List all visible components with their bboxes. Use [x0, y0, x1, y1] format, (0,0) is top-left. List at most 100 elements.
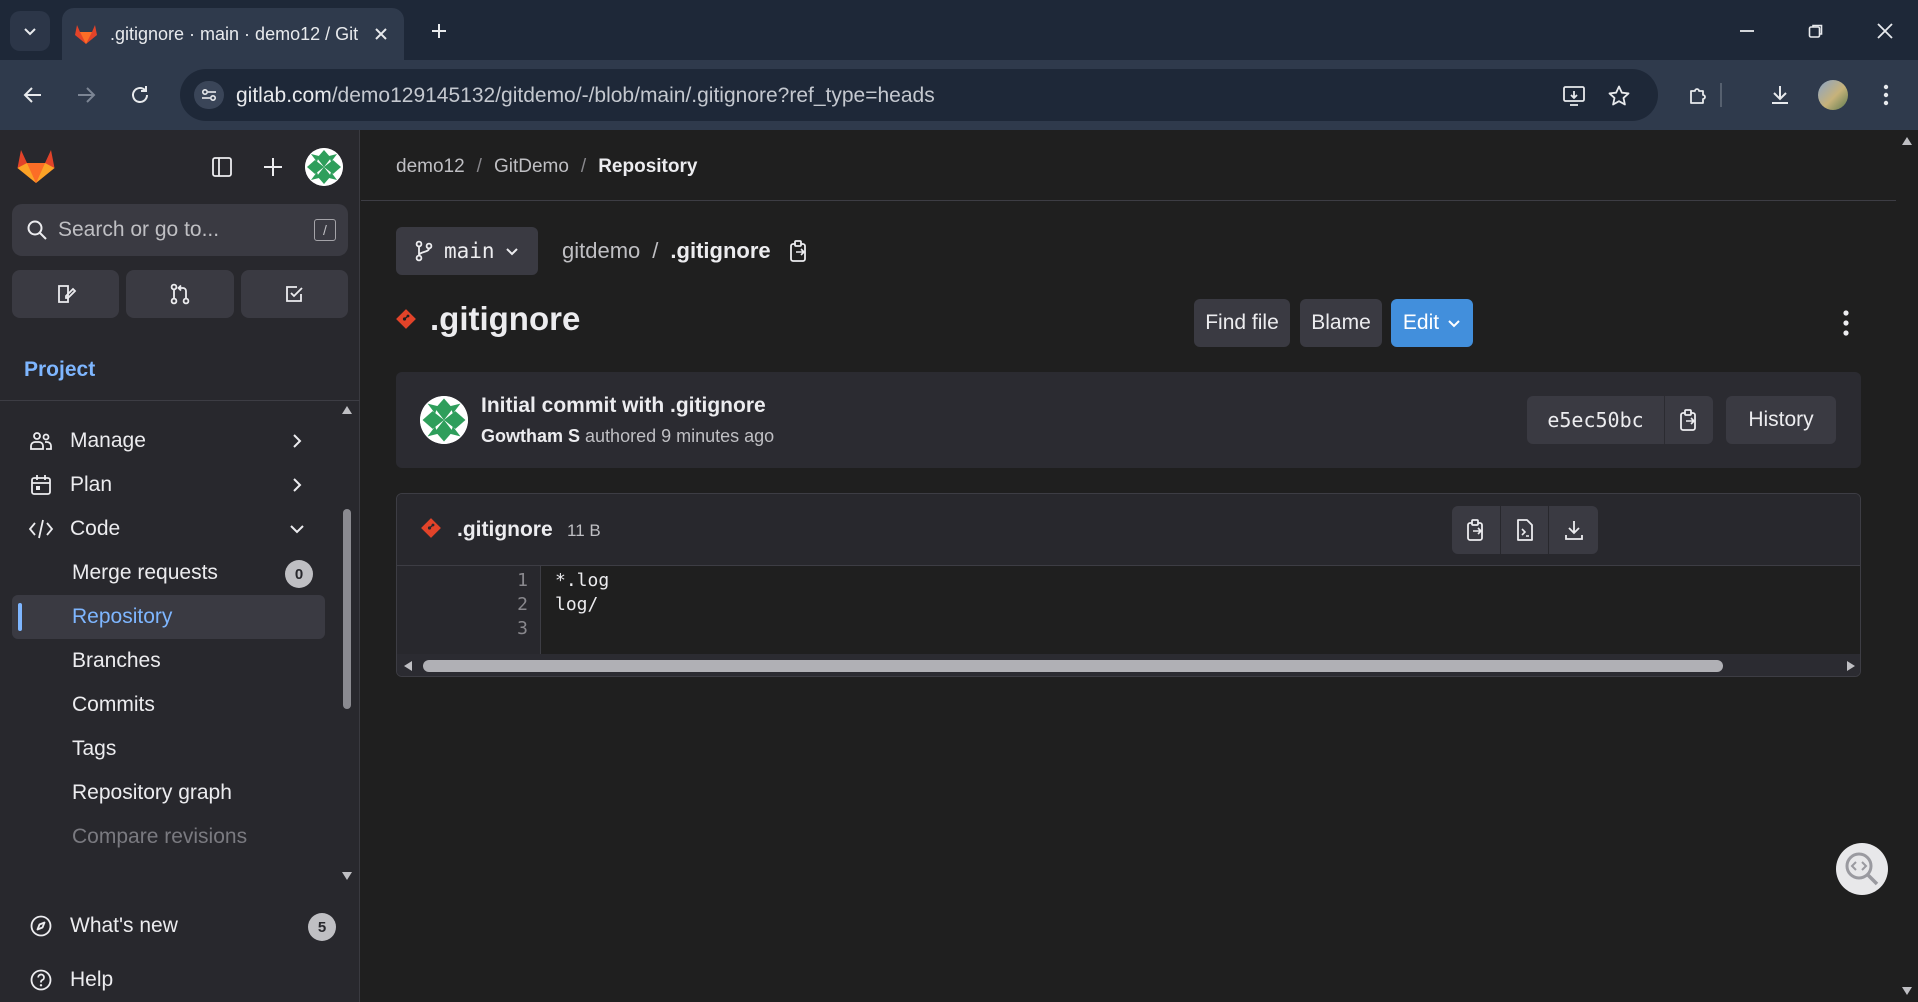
create-new-icon[interactable] — [256, 150, 290, 184]
edit-button[interactable]: Edit — [1391, 299, 1473, 347]
whats-new-item[interactable]: What's new 5 — [12, 904, 348, 948]
project-section-title[interactable]: Project — [24, 358, 95, 382]
merge-requests-button[interactable] — [126, 270, 234, 318]
commit-author-avatar[interactable] — [420, 396, 468, 444]
user-avatar[interactable] — [305, 148, 343, 186]
sidebar-footer: What's new 5 Help — [0, 900, 360, 1002]
file-size: 11 B — [567, 521, 601, 540]
sidebar-item-label: Repository graph — [72, 781, 232, 804]
minimize-icon — [1740, 30, 1754, 32]
breadcrumb-gitdemo[interactable]: GitDemo — [494, 156, 569, 178]
sidebar-item-repository[interactable]: Repository — [12, 595, 325, 639]
profile-avatar-button[interactable] — [1815, 77, 1851, 113]
extensions-icon[interactable] — [1681, 77, 1717, 113]
bookmark-star-icon[interactable] — [1605, 82, 1633, 110]
line-number[interactable]: 3 — [517, 618, 528, 639]
sidebar-item-repository-graph[interactable]: Repository graph — [12, 771, 325, 815]
install-app-icon[interactable] — [1560, 82, 1588, 110]
chevron-down-icon — [505, 248, 518, 256]
issues-button[interactable] — [12, 270, 120, 318]
chevron-down-icon — [24, 28, 36, 36]
back-button[interactable] — [15, 77, 51, 113]
address-bar[interactable]: gitlab.com/demo129145132/gitdemo/-/blob/… — [180, 69, 1658, 121]
sidebar-item-commits[interactable]: Commits — [12, 683, 325, 727]
sidebar-item-merge-requests[interactable]: Merge requests 0 — [12, 551, 325, 595]
path-repo-link[interactable]: gitdemo — [562, 238, 640, 264]
sidebar-item-label: Plan — [70, 473, 113, 496]
line-number[interactable]: 2 — [517, 594, 528, 615]
code-search-fab[interactable] — [1836, 843, 1888, 895]
sidebar-item-code[interactable]: Code — [12, 507, 325, 551]
browser-tab[interactable]: .gitignore · main · demo12 / Git — [62, 8, 404, 60]
download-icon — [1564, 521, 1583, 540]
edit-button-label: Edit — [1402, 311, 1440, 334]
help-icon — [28, 967, 54, 993]
close-tab-icon[interactable] — [370, 23, 392, 45]
git-file-icon — [421, 518, 441, 538]
blame-button[interactable]: Blame — [1300, 299, 1382, 347]
tab-search-button[interactable] — [10, 11, 50, 51]
history-button[interactable]: History — [1726, 396, 1836, 444]
find-file-button[interactable]: Find file — [1194, 299, 1290, 347]
reload-button[interactable] — [122, 77, 158, 113]
copy-icon — [1466, 519, 1483, 541]
branch-name: main — [444, 239, 495, 263]
gitlab-logo-icon[interactable] — [16, 146, 56, 184]
sidebar-item-tags[interactable]: Tags — [12, 727, 325, 771]
commit-title-link[interactable]: Initial commit with .gitignore — [481, 394, 766, 418]
merge-request-icon — [170, 283, 190, 305]
help-item[interactable]: Help — [12, 958, 348, 1002]
page-scrollbar[interactable] — [1896, 130, 1918, 1002]
sidebar-item-manage[interactable]: Manage — [12, 419, 325, 463]
horizontal-scroll-thumb[interactable] — [423, 660, 1723, 672]
breadcrumb-demo12[interactable]: demo12 — [396, 156, 465, 178]
forward-button[interactable] — [68, 77, 104, 113]
toggle-sidebar-icon[interactable] — [205, 150, 239, 184]
sidebar-item-label: Tags — [72, 737, 117, 760]
downloads-icon[interactable] — [1762, 77, 1798, 113]
commit-sha[interactable]: e5ec50bc — [1527, 396, 1664, 444]
branch-selector[interactable]: main — [396, 227, 538, 275]
open-raw-button[interactable] — [1500, 506, 1550, 554]
more-actions-icon[interactable] — [1831, 308, 1861, 338]
chevron-right-icon — [293, 478, 302, 492]
sidebar-item-label: Compare revisions — [72, 825, 248, 848]
branch-icon — [415, 240, 433, 262]
sidebar-item-compare-revisions[interactable]: Compare revisions — [12, 815, 325, 859]
code-line: log/ — [555, 594, 599, 615]
minimize-button[interactable] — [1730, 14, 1764, 48]
todo-button[interactable] — [240, 270, 348, 318]
commit-author-link[interactable]: Gowtham S — [481, 426, 580, 446]
file-path: gitdemo / .gitignore — [562, 238, 809, 264]
toolbar-divider — [1720, 83, 1722, 107]
copy-contents-button[interactable] — [1452, 506, 1501, 554]
last-commit-panel: Initial commit with .gitignore Gowtham S… — [396, 372, 1861, 468]
line-number[interactable]: 1 — [517, 570, 528, 591]
restore-icon — [1808, 24, 1823, 38]
reload-icon — [132, 86, 148, 103]
site-info-icon[interactable] — [194, 81, 224, 109]
browser-menu-icon[interactable] — [1868, 77, 1904, 113]
restore-button[interactable] — [1799, 14, 1833, 48]
horizontal-scrollbar[interactable] — [397, 654, 1860, 676]
file-name: .gitignore — [457, 518, 553, 541]
download-button[interactable] — [1549, 506, 1598, 554]
sidebar-item-plan[interactable]: Plan — [12, 463, 325, 507]
breadcrumb-repository[interactable]: Repository — [598, 156, 697, 178]
close-icon — [1877, 23, 1893, 39]
new-tab-button[interactable] — [424, 16, 454, 46]
commit-time: 9 minutes ago — [661, 426, 775, 446]
path-file-name: .gitignore — [670, 238, 771, 263]
sidebar-item-branches[interactable]: Branches — [12, 639, 325, 683]
breadcrumb-separator: / — [580, 156, 587, 177]
scroll-up-arrow-icon — [1902, 137, 1912, 145]
breadcrumb-separator: / — [476, 156, 482, 177]
browser-toolbar: gitlab.com/demo129145132/gitdemo/-/blob/… — [0, 60, 1918, 130]
copy-path-icon[interactable] — [789, 239, 809, 263]
sidebar-scroll-thumb[interactable] — [343, 509, 351, 709]
copy-sha-button[interactable] — [1665, 396, 1713, 444]
close-window-button[interactable] — [1868, 14, 1902, 48]
sidebar: Search or go to... / Project Manage Plan… — [0, 130, 360, 1002]
search-input[interactable]: Search or go to... / — [12, 204, 348, 256]
sidebar-scrollbar[interactable] — [340, 401, 354, 885]
